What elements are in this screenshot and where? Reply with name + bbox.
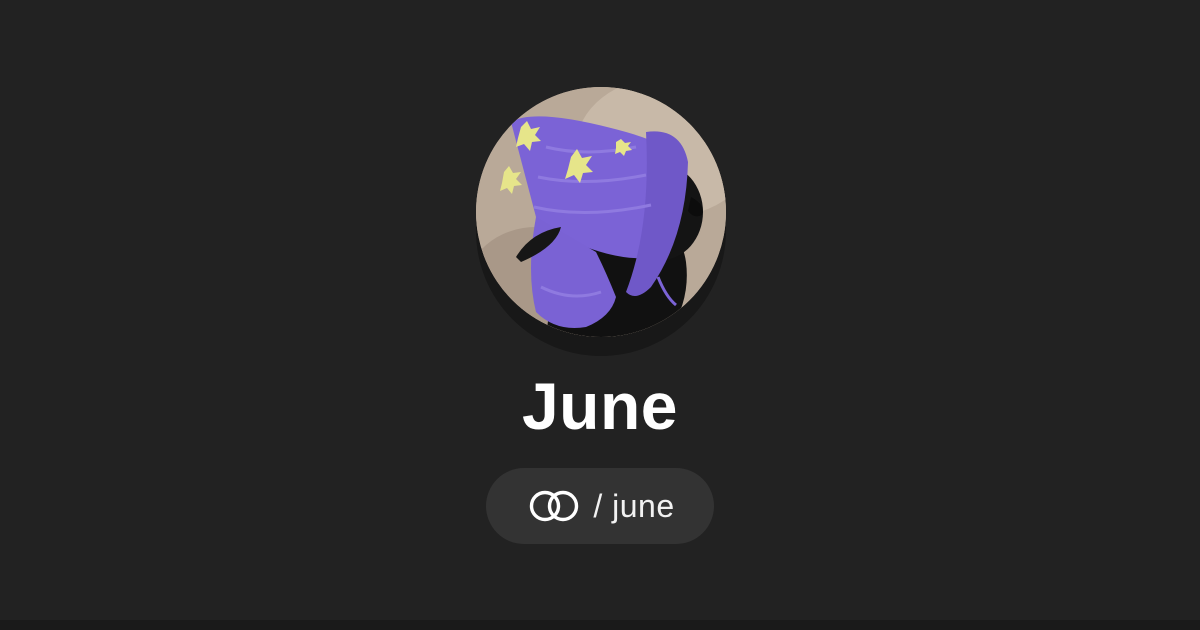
avatar-image	[476, 87, 726, 337]
handle-link-button[interactable]: / june	[486, 468, 714, 544]
profile-card: June / june	[0, 0, 1200, 630]
avatar	[476, 87, 726, 337]
handle-text: / june	[593, 488, 675, 524]
profile-name: June	[521, 369, 679, 443]
interlocking-rings-logo-icon	[525, 489, 583, 523]
bottom-divider	[0, 620, 1200, 630]
